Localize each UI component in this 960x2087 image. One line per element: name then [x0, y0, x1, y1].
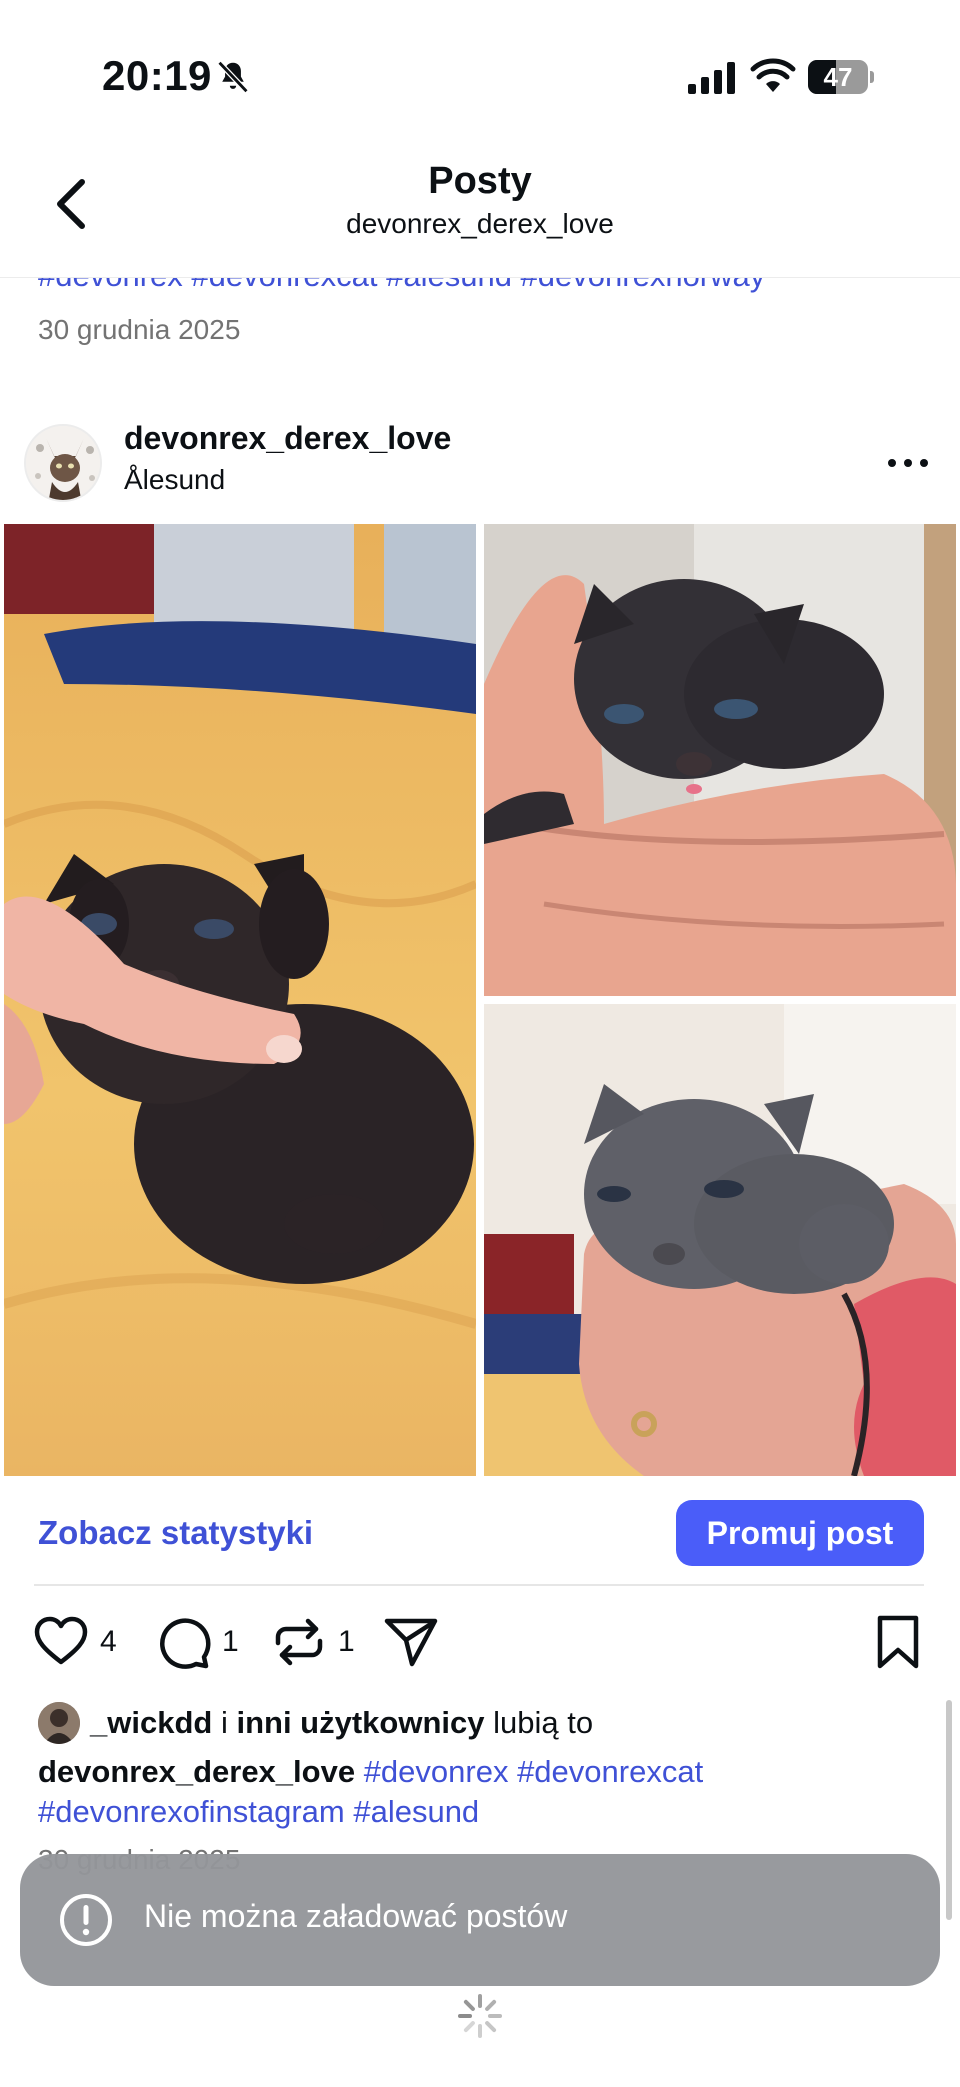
comment-count: 1 — [222, 1625, 239, 1658]
dot-icon — [904, 459, 912, 467]
toast-message: Nie można załadować postów — [144, 1898, 568, 1934]
cellular-signal-icon — [688, 62, 735, 94]
liked-by-suffix: lubią to — [484, 1705, 594, 1740]
caption-author[interactable]: devonrex_derex_love — [38, 1754, 355, 1789]
cat-avatar-image — [26, 426, 100, 500]
battery-percent: 47 — [823, 62, 853, 92]
save-button[interactable] — [872, 1614, 924, 1670]
more-options-button[interactable] — [880, 446, 936, 480]
dot-icon — [920, 459, 928, 467]
alert-icon — [60, 1894, 112, 1946]
post-header: devonrex_derex_love Ålesund — [0, 408, 960, 518]
post-caption: devonrex_derex_love #devonrex #devonrexc… — [38, 1752, 918, 1832]
post-location[interactable]: Ålesund — [124, 464, 225, 496]
liker-username[interactable]: _wickdd — [90, 1705, 212, 1741]
post-photo-top-right[interactable] — [484, 524, 956, 996]
like-count: 4 — [100, 1625, 117, 1658]
repost-count: 1 — [338, 1625, 355, 1658]
dot-icon — [888, 459, 896, 467]
liker-avatar — [38, 1702, 80, 1744]
comment-button[interactable]: 1 — [154, 1612, 239, 1672]
divider — [34, 1584, 924, 1586]
liked-by-others[interactable]: inni użytkownicy — [236, 1705, 484, 1741]
like-button[interactable]: 4 — [32, 1612, 117, 1672]
repost-icon — [275, 1618, 323, 1666]
liked-by-connector: i — [212, 1705, 237, 1740]
bell-off-icon — [217, 60, 249, 94]
post-photo-bottom-right[interactable] — [484, 1004, 956, 1476]
navigation-bar: Posty devonrex_derex_love — [0, 150, 960, 278]
previous-post-date: 30 grudnia 2025 — [38, 314, 241, 345]
post-username[interactable]: devonrex_derex_love — [124, 420, 451, 457]
post-photo-main[interactable] — [4, 524, 476, 1476]
loading-spinner-icon — [458, 1994, 502, 2038]
status-bar: 20:19 47 — [0, 0, 960, 150]
page-subtitle: devonrex_derex_love — [346, 208, 614, 239]
bookmark-icon — [877, 1615, 919, 1669]
send-icon — [384, 1618, 438, 1667]
scrollbar[interactable] — [946, 1700, 952, 1920]
promote-post-button[interactable]: Promuj post — [676, 1500, 924, 1566]
wifi-icon — [750, 58, 796, 92]
error-toast[interactable]: Nie można załadować postów — [20, 1854, 940, 1986]
caption-hashtags[interactable]: #devonrex #devonrexcat — [355, 1754, 704, 1789]
avatar[interactable] — [24, 424, 102, 502]
caption-hashtags-2[interactable]: #devonrexofinstagram #alesund — [38, 1794, 479, 1829]
status-time: 20:19 — [102, 52, 212, 99]
liked-by-row[interactable]: _wickdd i inni użytkownicy lubią to — [38, 1700, 593, 1746]
view-insights-link[interactable]: Zobacz statystyki — [38, 1514, 313, 1552]
heart-icon — [34, 1616, 88, 1665]
repost-button[interactable]: 1 — [270, 1612, 355, 1672]
share-button[interactable] — [382, 1612, 440, 1672]
comment-icon — [160, 1618, 211, 1669]
battery-indicator: 47 — [808, 60, 874, 94]
page-title: Posty — [428, 160, 532, 202]
